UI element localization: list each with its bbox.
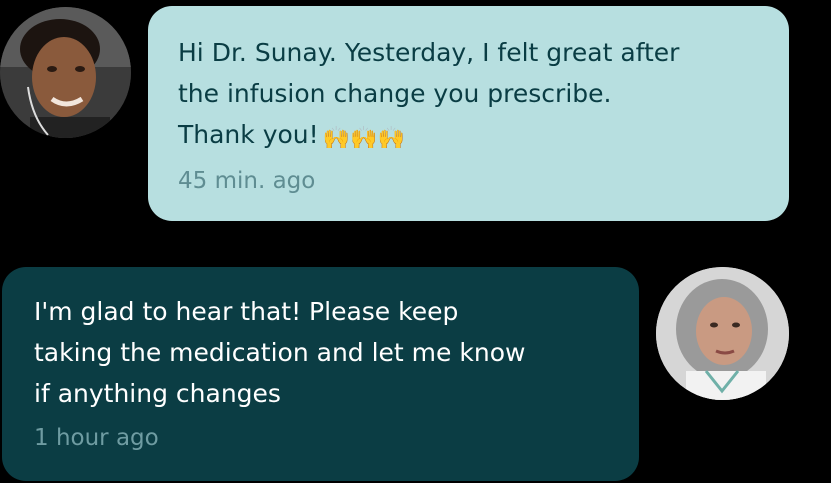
message-timestamp: 1 hour ago xyxy=(34,425,159,451)
message-text: Hi Dr. Sunay. Yesterday, I felt great af… xyxy=(178,32,759,159)
doctor-message-bubble: I'm glad to hear that! Please keep takin… xyxy=(2,267,639,481)
patient-avatar[interactable] xyxy=(0,7,131,138)
message-text-content: Hi Dr. Sunay. Yesterday, I felt great af… xyxy=(178,38,680,149)
raised-hands-emoji-icon: 🙌🙌🙌 xyxy=(322,126,405,151)
doctor-avatar-icon xyxy=(656,267,789,400)
message-text: I'm glad to hear that! Please keep takin… xyxy=(34,297,526,408)
patient-message-bubble: Hi Dr. Sunay. Yesterday, I felt great af… xyxy=(148,6,789,221)
patient-avatar-icon xyxy=(0,7,131,138)
message-timestamp: 45 min. ago xyxy=(178,168,316,194)
doctor-avatar[interactable] xyxy=(656,267,789,400)
